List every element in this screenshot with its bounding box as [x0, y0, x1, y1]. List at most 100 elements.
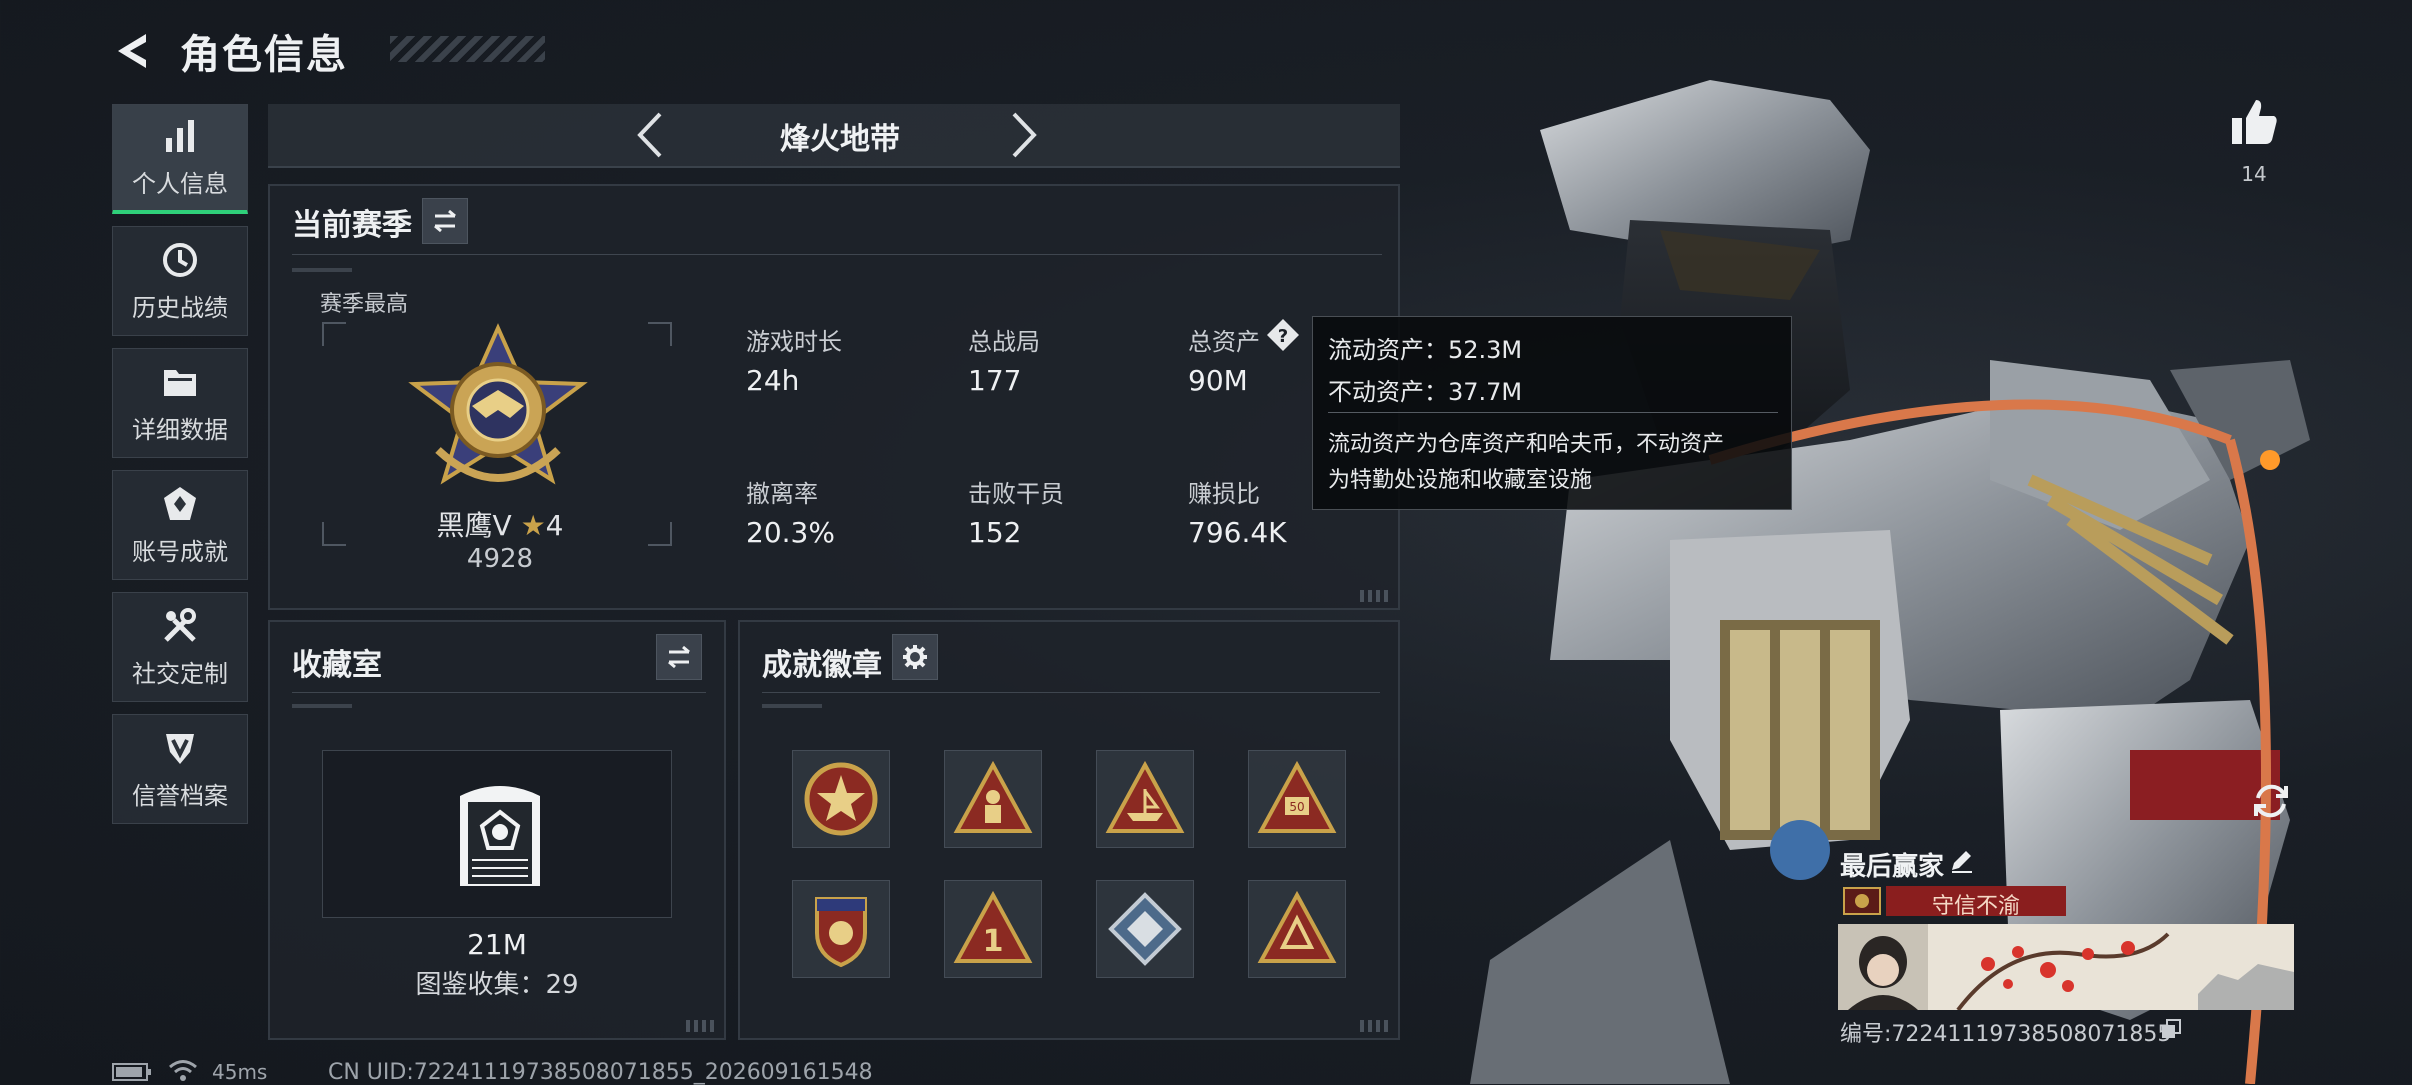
clock-history-icon	[163, 242, 197, 277]
season-switch-button[interactable]	[422, 198, 468, 244]
stat-value: 20.3%	[746, 516, 835, 549]
gear-icon	[903, 645, 927, 669]
sidebar-item-social-custom[interactable]: 社交定制	[112, 592, 248, 702]
badges-settings-button[interactable]	[892, 634, 938, 680]
ship-triangle-badge-icon	[1105, 760, 1185, 833]
rank-50-triangle-badge-icon: 50	[1257, 760, 1337, 833]
rank-score: 4928	[466, 544, 534, 574]
stat-label: 赚损比	[1188, 480, 1260, 508]
vault-door-icon	[460, 786, 540, 886]
svg-text:?: ?	[1278, 326, 1288, 347]
stat-label: 击败干员	[968, 480, 1064, 508]
achievement-badge[interactable]	[1096, 750, 1194, 848]
divider	[292, 692, 706, 693]
number-1-triangle-badge-icon: 1	[953, 890, 1033, 963]
thumbs-up-icon[interactable]	[2228, 96, 2280, 148]
vault-switch-button[interactable]	[656, 634, 702, 680]
hazard-triangle-badge-icon	[1257, 890, 1337, 963]
star-seal-badge-icon	[804, 762, 878, 836]
avatar[interactable]	[1838, 924, 1928, 1010]
stat-value: 177	[968, 364, 1022, 397]
battery-icon	[112, 1063, 151, 1081]
svg-text:50: 50	[1289, 800, 1304, 814]
stat-value: 24h	[746, 364, 800, 397]
diamond-emblem-badge-icon	[1108, 892, 1182, 966]
soldier-triangle-badge-icon	[953, 760, 1033, 833]
achievement-badge[interactable]: 1	[944, 880, 1042, 978]
divider	[762, 692, 1380, 693]
wifi-icon	[169, 1060, 197, 1081]
panel-corner-decoration	[686, 1020, 714, 1032]
card-name: 最后赢家	[1840, 852, 1945, 882]
frame-corner	[322, 522, 346, 546]
achievement-badge[interactable]	[792, 750, 890, 848]
folder-icon	[164, 369, 196, 396]
vault-value: 21M	[467, 928, 527, 961]
swap-icon	[434, 209, 456, 233]
stat-value: 796.4K	[1188, 516, 1287, 549]
divider	[762, 704, 822, 708]
copy-icon[interactable]	[2160, 1018, 2182, 1040]
eagle-shield-badge-icon	[815, 897, 867, 968]
stat-label: 撤离率	[746, 480, 818, 508]
tooltip-description: 为特勤处设施和收藏室设施	[1328, 468, 1593, 493]
page-title: 角色信息	[180, 32, 348, 78]
achievement-badge[interactable]	[944, 750, 1042, 848]
rank-emblem-icon	[1843, 887, 1881, 915]
divider	[292, 268, 352, 272]
sidebar-item-label: 信誉档案	[132, 781, 228, 810]
tooltip-fixed-assets: 不动资产：37.7M	[1328, 378, 1523, 406]
stat-label: 总战局	[968, 328, 1040, 356]
refresh-icon[interactable]	[2250, 780, 2292, 822]
season-best-label: 赛季最高	[320, 292, 409, 317]
achievement-badge[interactable]: 50	[1248, 750, 1346, 848]
rank-name: 黑鹰V ★4	[400, 504, 600, 544]
help-icon[interactable]: ?	[1266, 318, 1300, 352]
tooltip-divider	[1328, 412, 1778, 413]
divider	[292, 704, 352, 708]
sidebar-item-detailed-data[interactable]: 详细数据	[112, 348, 248, 458]
frame-corner	[648, 322, 672, 346]
card-id: 编号:72241119738508071855	[1840, 1022, 2172, 1047]
vault-collection-count: 图鉴收集：29	[415, 970, 579, 1000]
swap-icon	[668, 645, 690, 669]
stat-label: 总资产	[1188, 328, 1260, 356]
frame-corner	[648, 522, 672, 546]
chevron-left-icon[interactable]	[632, 110, 668, 160]
sidebar-item-achievements[interactable]: 账号成就	[112, 470, 248, 580]
tools-icon	[164, 607, 196, 642]
game-mode-name: 烽火地带	[780, 122, 900, 157]
vault-title: 收藏室	[292, 648, 382, 683]
achievement-badge[interactable]	[792, 880, 890, 978]
sidebar-item-label: 详细数据	[132, 415, 228, 444]
sidebar-item-history[interactable]: 历史战绩	[112, 226, 248, 336]
rank-stars: 4	[545, 509, 564, 542]
star-icon: ★	[520, 509, 546, 542]
bar-chart-icon	[166, 120, 194, 152]
tooltip-liquid-assets: 流动资产：52.3M	[1328, 336, 1523, 364]
sidebar-item-credit-file[interactable]: 信誉档案	[112, 714, 248, 824]
rank-title: 黑鹰V	[436, 509, 512, 542]
pencil-icon[interactable]	[1948, 848, 1974, 874]
sidebar-item-label: 社交定制	[132, 659, 228, 688]
achievement-icon	[164, 486, 196, 520]
sidebar-item-personal-info[interactable]: 个人信息	[112, 104, 248, 214]
sidebar-item-label: 个人信息	[132, 170, 228, 198]
like-count: 14	[2241, 162, 2267, 186]
shield-file-icon	[166, 733, 194, 764]
uid-text: CN UID:72241119738508071855_202609161548	[328, 1060, 873, 1085]
panel-corner-decoration	[1360, 1020, 1388, 1032]
title-decoration	[390, 36, 545, 62]
chevron-right-icon[interactable]	[1006, 110, 1042, 160]
sidebar-item-label: 账号成就	[132, 537, 228, 566]
card-motto: 守信不渝	[1931, 894, 2020, 919]
achievement-badge[interactable]	[1248, 880, 1346, 978]
achievement-badge[interactable]	[1096, 880, 1194, 978]
divider	[292, 254, 1382, 255]
network-ping: 45ms	[212, 1060, 268, 1084]
season-title: 当前赛季	[292, 208, 412, 243]
back-arrow-icon[interactable]	[112, 30, 154, 72]
stat-value: 152	[968, 516, 1022, 549]
badges-title: 成就徽章	[762, 648, 882, 683]
rank-medal-icon	[408, 323, 588, 485]
